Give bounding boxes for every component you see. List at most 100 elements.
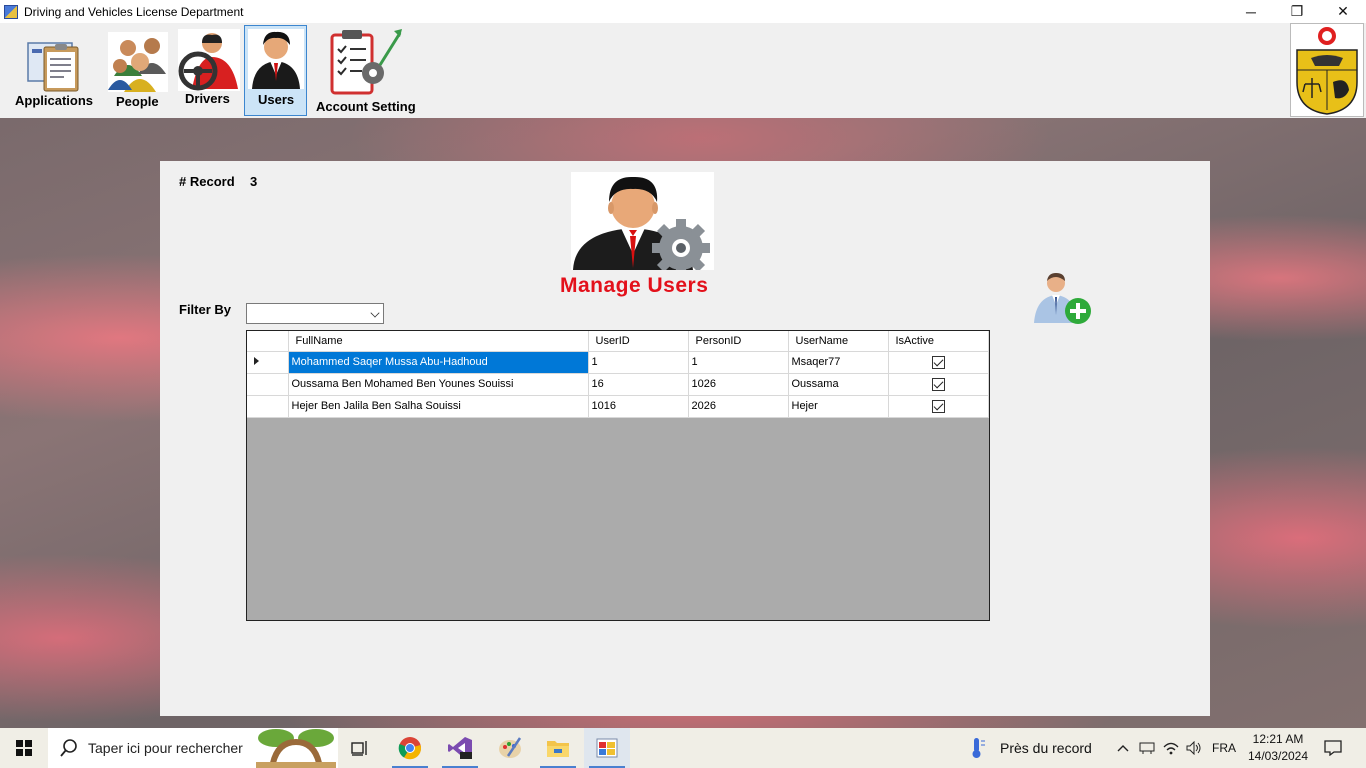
cell-username[interactable]: Oussama	[788, 373, 889, 396]
task-view-icon	[351, 741, 367, 756]
taskbar-chrome-button[interactable]	[390, 728, 430, 768]
user-businessman-icon	[248, 29, 304, 89]
task-view-button[interactable]	[340, 728, 380, 768]
manage-users-panel: # Record 3 Manage Users Filter By FullNa…	[160, 161, 1210, 716]
visual-studio-preview-icon	[448, 737, 472, 759]
show-hidden-icons-button[interactable]	[1112, 728, 1134, 768]
cell-personid[interactable]: 1026	[688, 373, 789, 396]
wifi-button[interactable]	[1160, 728, 1182, 768]
cell-isactive[interactable]	[888, 351, 989, 374]
notification-icon	[1324, 740, 1342, 756]
search-highlight-illustration-icon	[256, 729, 336, 768]
isactive-checkbox[interactable]	[931, 377, 945, 391]
chrome-icon	[398, 737, 422, 760]
toolbar-people-label: People	[116, 94, 159, 109]
taskbar: Taper ici pour rechercher Près du record…	[0, 728, 1366, 768]
toolbar-applications-label: Applications	[15, 93, 94, 108]
winforms-app-icon	[596, 738, 618, 758]
user-settings-icon	[573, 176, 710, 270]
ethernet-icon	[1139, 742, 1155, 754]
filter-by-select[interactable]	[246, 303, 384, 324]
cell-fullname[interactable]: Oussama Ben Mohamed Ben Younes Souissi	[288, 373, 589, 396]
record-count-label: # Record	[179, 174, 235, 189]
speaker-icon	[1186, 741, 1201, 755]
taskbar-winforms-app-button[interactable]	[584, 728, 630, 768]
filter-by-label: Filter By	[179, 302, 232, 317]
close-button[interactable]: ✕	[1320, 0, 1366, 23]
start-button[interactable]	[0, 728, 48, 768]
notification-center-button[interactable]	[1318, 728, 1348, 768]
manage-users-image	[571, 172, 714, 270]
grid-header-row: FullName UserID PersonID UserName IsActi…	[247, 331, 989, 352]
toolbar-users-button[interactable]: Users	[244, 25, 307, 116]
table-row[interactable]: Hejer Ben Jalila Ben Salha Souissi 1016 …	[247, 395, 989, 418]
paint-icon	[499, 737, 522, 758]
record-count-value: 3	[250, 174, 258, 189]
column-header-fullname[interactable]: FullName	[288, 331, 589, 352]
column-header-username[interactable]: UserName	[788, 331, 889, 352]
row-header[interactable]	[247, 395, 289, 418]
account-settings-checklist-icon	[330, 29, 402, 95]
cell-username[interactable]: Msaqer77	[788, 351, 889, 374]
table-row[interactable]: Oussama Ben Mohamed Ben Younes Souissi 1…	[247, 373, 989, 396]
add-user-button[interactable]	[1030, 271, 1096, 327]
column-header-userid[interactable]: UserID	[588, 331, 689, 352]
search-icon	[60, 739, 77, 757]
column-header-personid[interactable]: PersonID	[688, 331, 789, 352]
taskbar-file-explorer-button[interactable]	[538, 728, 578, 768]
thermometer-icon	[972, 738, 985, 758]
toolbar-people-button[interactable]: People	[100, 27, 174, 115]
row-header[interactable]	[247, 351, 289, 374]
maximize-button[interactable]: ❐	[1274, 0, 1320, 23]
weather-text: Près du record	[1000, 740, 1092, 756]
cell-isactive[interactable]	[888, 395, 989, 418]
cell-userid[interactable]: 1	[588, 351, 689, 374]
isactive-checkbox[interactable]	[931, 399, 945, 413]
cell-userid[interactable]: 1016	[588, 395, 689, 418]
isactive-checkbox[interactable]	[931, 355, 945, 369]
toolbar-users-label: Users	[258, 92, 295, 107]
row-header-corner[interactable]	[247, 331, 289, 352]
weather-widget[interactable]: Près du record	[968, 728, 1098, 768]
cell-userid[interactable]: 16	[588, 373, 689, 396]
cell-isactive[interactable]	[888, 373, 989, 396]
toolbar-drivers-label: Drivers	[185, 91, 230, 106]
toolbar-account-setting-label: Account Setting	[316, 99, 416, 114]
main-toolbar: Applications People Drivers Users Accoun…	[0, 23, 1366, 118]
taskbar-visual-studio-button[interactable]	[440, 728, 480, 768]
cell-fullname[interactable]: Hejer Ben Jalila Ben Salha Souissi	[288, 395, 589, 418]
clock-time: 12:21 AM	[1252, 732, 1304, 746]
cell-fullname[interactable]: Mohammed Saqer Mussa Abu-Hadhoud	[288, 351, 589, 374]
network-adapter-button[interactable]	[1136, 728, 1158, 768]
window-title: Driving and Vehicles License Department	[24, 4, 244, 19]
language-text: FRA	[1212, 741, 1236, 755]
users-grid[interactable]: FullName UserID PersonID UserName IsActi…	[246, 330, 990, 621]
cell-personid[interactable]: 2026	[688, 395, 789, 418]
language-indicator[interactable]: FRA	[1208, 728, 1240, 768]
windows-logo-icon	[16, 740, 32, 756]
toolbar-account-setting-button[interactable]: Account Setting	[312, 27, 420, 115]
current-row-pointer-icon	[254, 357, 259, 365]
column-header-isactive[interactable]: IsActive	[888, 331, 989, 352]
people-group-icon	[108, 32, 168, 92]
row-header[interactable]	[247, 373, 289, 396]
toolbar-drivers-button[interactable]: Drivers	[176, 27, 240, 115]
table-row[interactable]: Mohammed Saqer Mussa Abu-Hadhoud 1 1 Msa…	[247, 351, 989, 374]
chevron-up-icon	[1117, 745, 1129, 752]
clock-date: 14/03/2024	[1247, 749, 1309, 763]
cell-personid[interactable]: 1	[688, 351, 789, 374]
driver-steering-wheel-icon	[178, 29, 240, 91]
cell-username[interactable]: Hejer	[788, 395, 889, 418]
file-explorer-icon	[547, 741, 569, 757]
taskbar-clock[interactable]: 12:21 AM 14/03/2024	[1246, 731, 1310, 765]
volume-button[interactable]	[1183, 728, 1205, 768]
app-icon	[4, 4, 18, 19]
minimize-button[interactable]: ─	[1228, 0, 1274, 23]
toolbar-applications-button[interactable]: Applications	[12, 27, 96, 115]
tunisia-coat-of-arms-icon	[1290, 23, 1364, 117]
taskbar-paint-button[interactable]	[490, 728, 530, 768]
chevron-down-icon	[370, 308, 380, 318]
taskbar-search-box[interactable]: Taper ici pour rechercher	[48, 728, 338, 768]
search-placeholder: Taper ici pour rechercher	[88, 740, 243, 756]
window-controls: ─ ❐ ✕	[1228, 0, 1366, 23]
